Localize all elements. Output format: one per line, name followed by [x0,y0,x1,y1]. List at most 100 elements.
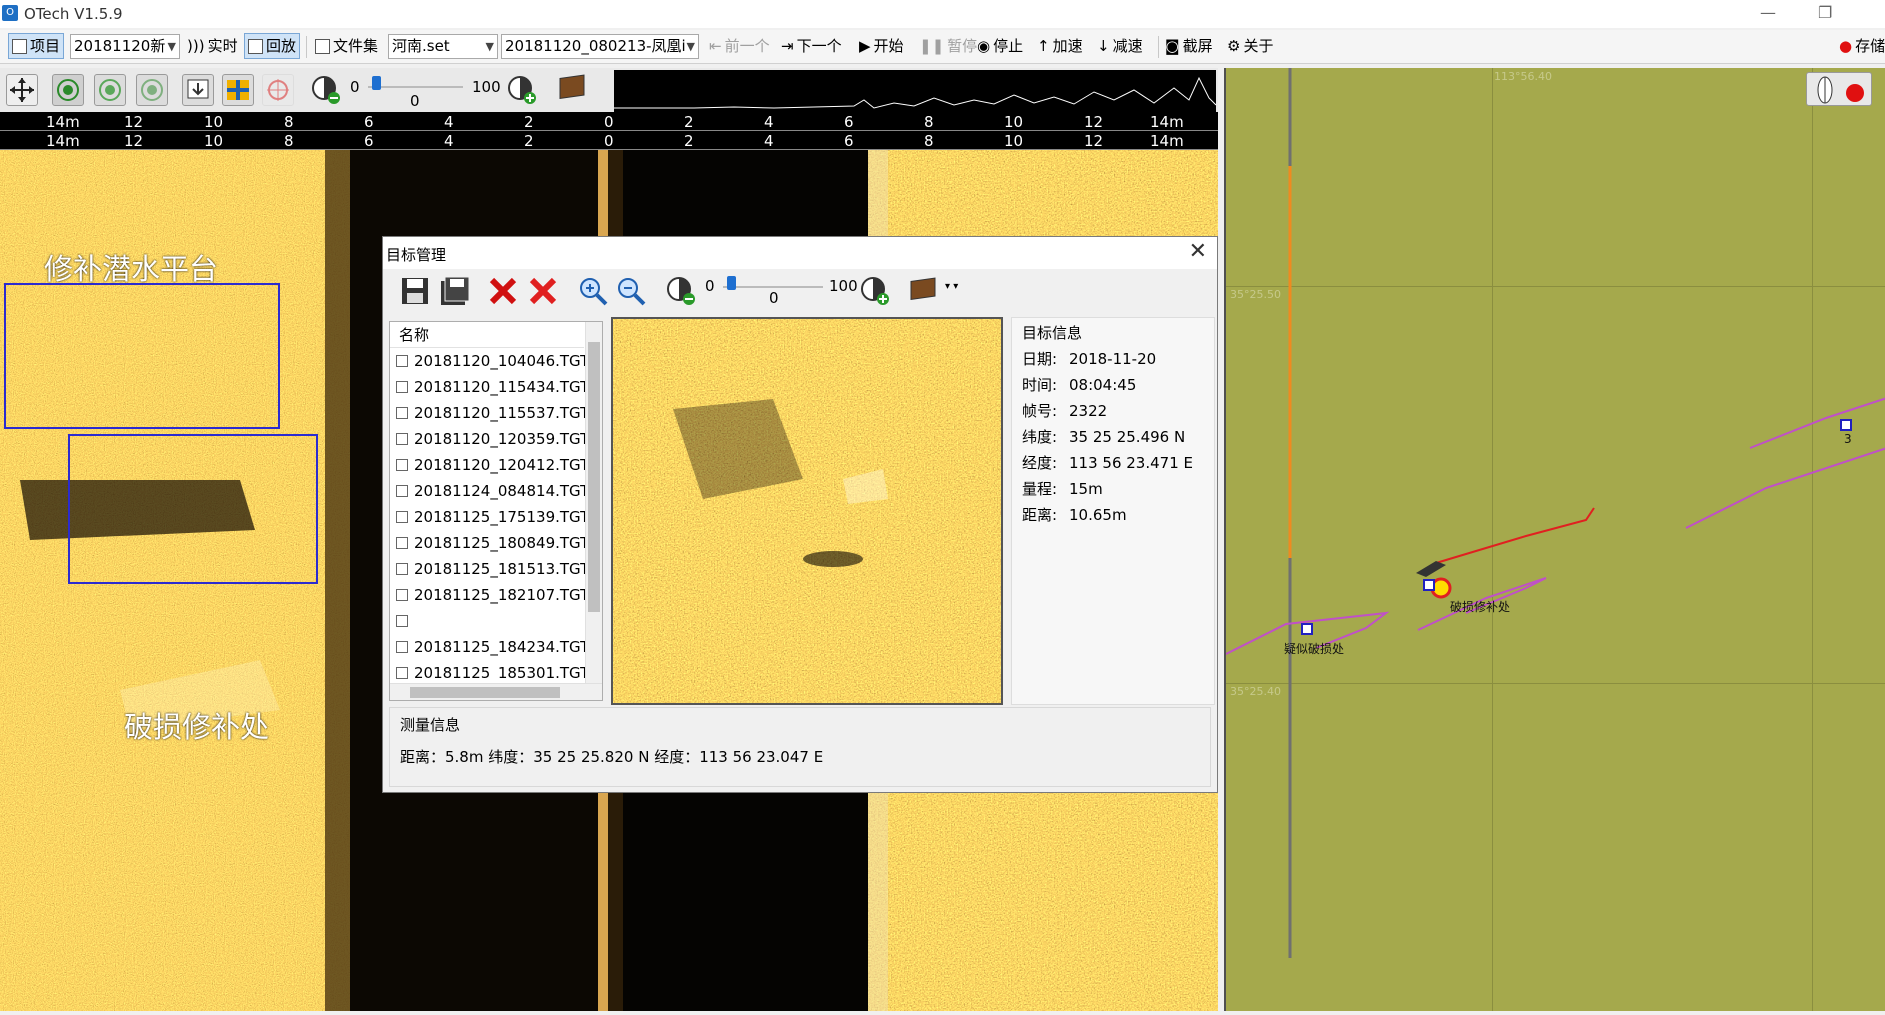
gain-slider-thumb[interactable] [372,76,381,90]
list-item[interactable]: 20181125_182107.TGT [396,582,589,608]
slow-down-button[interactable]: ↓ 减速 [1094,33,1146,59]
save-all-icon[interactable] [439,275,471,307]
scrollbar-thumb[interactable] [410,687,560,698]
checkbox[interactable] [396,537,408,549]
sonar-both-icon[interactable] [52,74,84,106]
chevron-down-icon[interactable]: ▾ ▾ [945,281,958,292]
target-management-dialog: 目标管理 ✕ 0 0 100 ▾ ▾ 名称 20181120_104046.TG… [382,236,1218,793]
gain-max-label: 100 [472,78,501,96]
list-item[interactable]: 20181125_180849.TGT [396,530,589,556]
sonar-left-icon[interactable] [94,74,126,106]
dialog-toolbar: 0 0 100 ▾ ▾ [383,269,983,313]
gain-decrease-icon[interactable] [310,74,342,106]
map-panel[interactable]: 113°56.40 35°25.50 35°25.40 破损修补处 疑似破损处 … [1224,68,1885,1011]
stop-icon: ◉ [977,37,991,55]
target-box-platform[interactable] [4,283,280,429]
gain-slider-track[interactable] [368,86,463,88]
ruler-label: 2 [524,113,534,131]
image-settings-icon[interactable] [556,74,588,106]
save-button[interactable]: ● 存储 [1836,33,1885,59]
ruler-label: 2 [524,132,534,150]
ruler-label: 10 [204,113,224,131]
fileset-button[interactable]: 文件集 [312,33,381,59]
next-icon: ⇥ [781,37,794,55]
project-button[interactable]: 项目 [8,33,65,59]
palette-icon[interactable] [222,74,254,106]
list-item[interactable]: 20181124_084814.TGT [396,478,589,504]
stop-button[interactable]: ◉ 停止 [974,33,1026,59]
waveform-display [614,70,1217,112]
export-icon[interactable] [182,74,214,106]
map-compass-tool[interactable] [1806,72,1872,106]
delete-icon[interactable] [487,275,519,307]
minimize-button[interactable]: — [1760,3,1776,22]
speed-up-button[interactable]: ↑ 加速 [1034,33,1086,59]
playback-button[interactable]: 回放 [244,33,301,59]
list-item[interactable]: 20181125_184234.TGT [396,634,589,660]
save-icon[interactable] [399,275,431,307]
speed-up-icon: ↑ [1037,37,1050,55]
list-horizontal-scrollbar[interactable] [390,683,602,700]
delete-all-icon[interactable] [527,275,559,307]
slow-down-icon: ↓ [1097,37,1110,55]
image-settings-icon[interactable] [907,275,939,307]
start-button[interactable]: ▶ 开始 [856,33,907,59]
list-item[interactable]: 20181120_115537.TGT [396,400,589,426]
checkbox[interactable] [396,615,408,627]
list-item[interactable]: 20181120_104046.TGT [396,348,589,374]
list-vertical-scrollbar[interactable] [585,322,602,685]
list-item[interactable]: 20181125_175139.TGT [396,504,589,530]
list-item[interactable] [396,608,414,634]
pause-button[interactable]: ❚❚ 暂停 [916,33,980,59]
pan-icon[interactable] [6,74,38,106]
checkbox[interactable] [396,589,408,601]
checkbox[interactable] [396,667,408,679]
checkbox[interactable] [396,407,408,419]
checkbox[interactable] [396,381,408,393]
checkbox[interactable] [396,641,408,653]
ruler-label: 8 [284,132,294,150]
checkbox[interactable] [396,563,408,575]
about-button[interactable]: ⚙ 关于 [1224,33,1276,59]
crosshair-icon[interactable] [262,74,294,106]
list-item[interactable]: 20181120_120412.TGT [396,452,589,478]
list-item[interactable]: 20181125_181513.TGT [396,556,589,582]
checkbox[interactable] [396,485,408,497]
fileset-select[interactable]: 河南.set ▼ [388,34,498,59]
realtime-button[interactable]: ))) 实时 [184,33,241,59]
file-select[interactable]: 20181120_080213-凤凰i ▼ [501,34,699,59]
close-icon[interactable]: ✕ [1189,239,1207,264]
checkbox[interactable] [396,433,408,445]
ruler-label: 4 [444,132,454,150]
list-item[interactable]: 20181120_115434.TGT [396,374,589,400]
info-time: 时间: 08:04:45 [1022,376,1137,394]
gain-increase-icon[interactable] [859,275,891,307]
list-header: 名称 [390,322,584,348]
list-item[interactable]: 20181125_185301.TGT [396,660,589,680]
chevron-down-icon: ▼ [485,40,494,53]
target-box-damage[interactable] [68,434,318,584]
prev-button[interactable]: ⇤ 前一个 [706,33,773,59]
checkbox[interactable] [396,511,408,523]
ruler-label: 6 [364,132,374,150]
target-file-list[interactable]: 名称 20181120_104046.TGT 20181120_115434.T… [389,321,603,701]
gain-increase-icon[interactable] [506,74,538,106]
next-button[interactable]: ⇥ 下一个 [778,33,845,59]
scrollbar-thumb[interactable] [588,342,600,612]
zoom-out-icon[interactable] [615,275,647,307]
restore-button[interactable]: ❐ [1818,3,1832,22]
list-item[interactable]: 20181120_120359.TGT [396,426,589,452]
sonar-right-icon[interactable] [136,74,168,106]
dlg-gain-slider-track[interactable] [723,286,823,288]
checkbox[interactable] [396,459,408,471]
target-preview-image[interactable] [611,317,1003,705]
gain-decrease-icon[interactable] [665,275,697,307]
project-select[interactable]: 20181120新 ▼ [70,34,180,59]
ruler-label: 8 [924,132,934,150]
dlg-gain-slider-thumb[interactable] [727,276,736,290]
zoom-in-icon[interactable] [577,275,609,307]
checkbox[interactable] [396,355,408,367]
label-damage: 破损修补处 [124,710,270,744]
separator [306,36,307,58]
screenshot-button[interactable]: ◙ 截屏 [1162,33,1216,59]
